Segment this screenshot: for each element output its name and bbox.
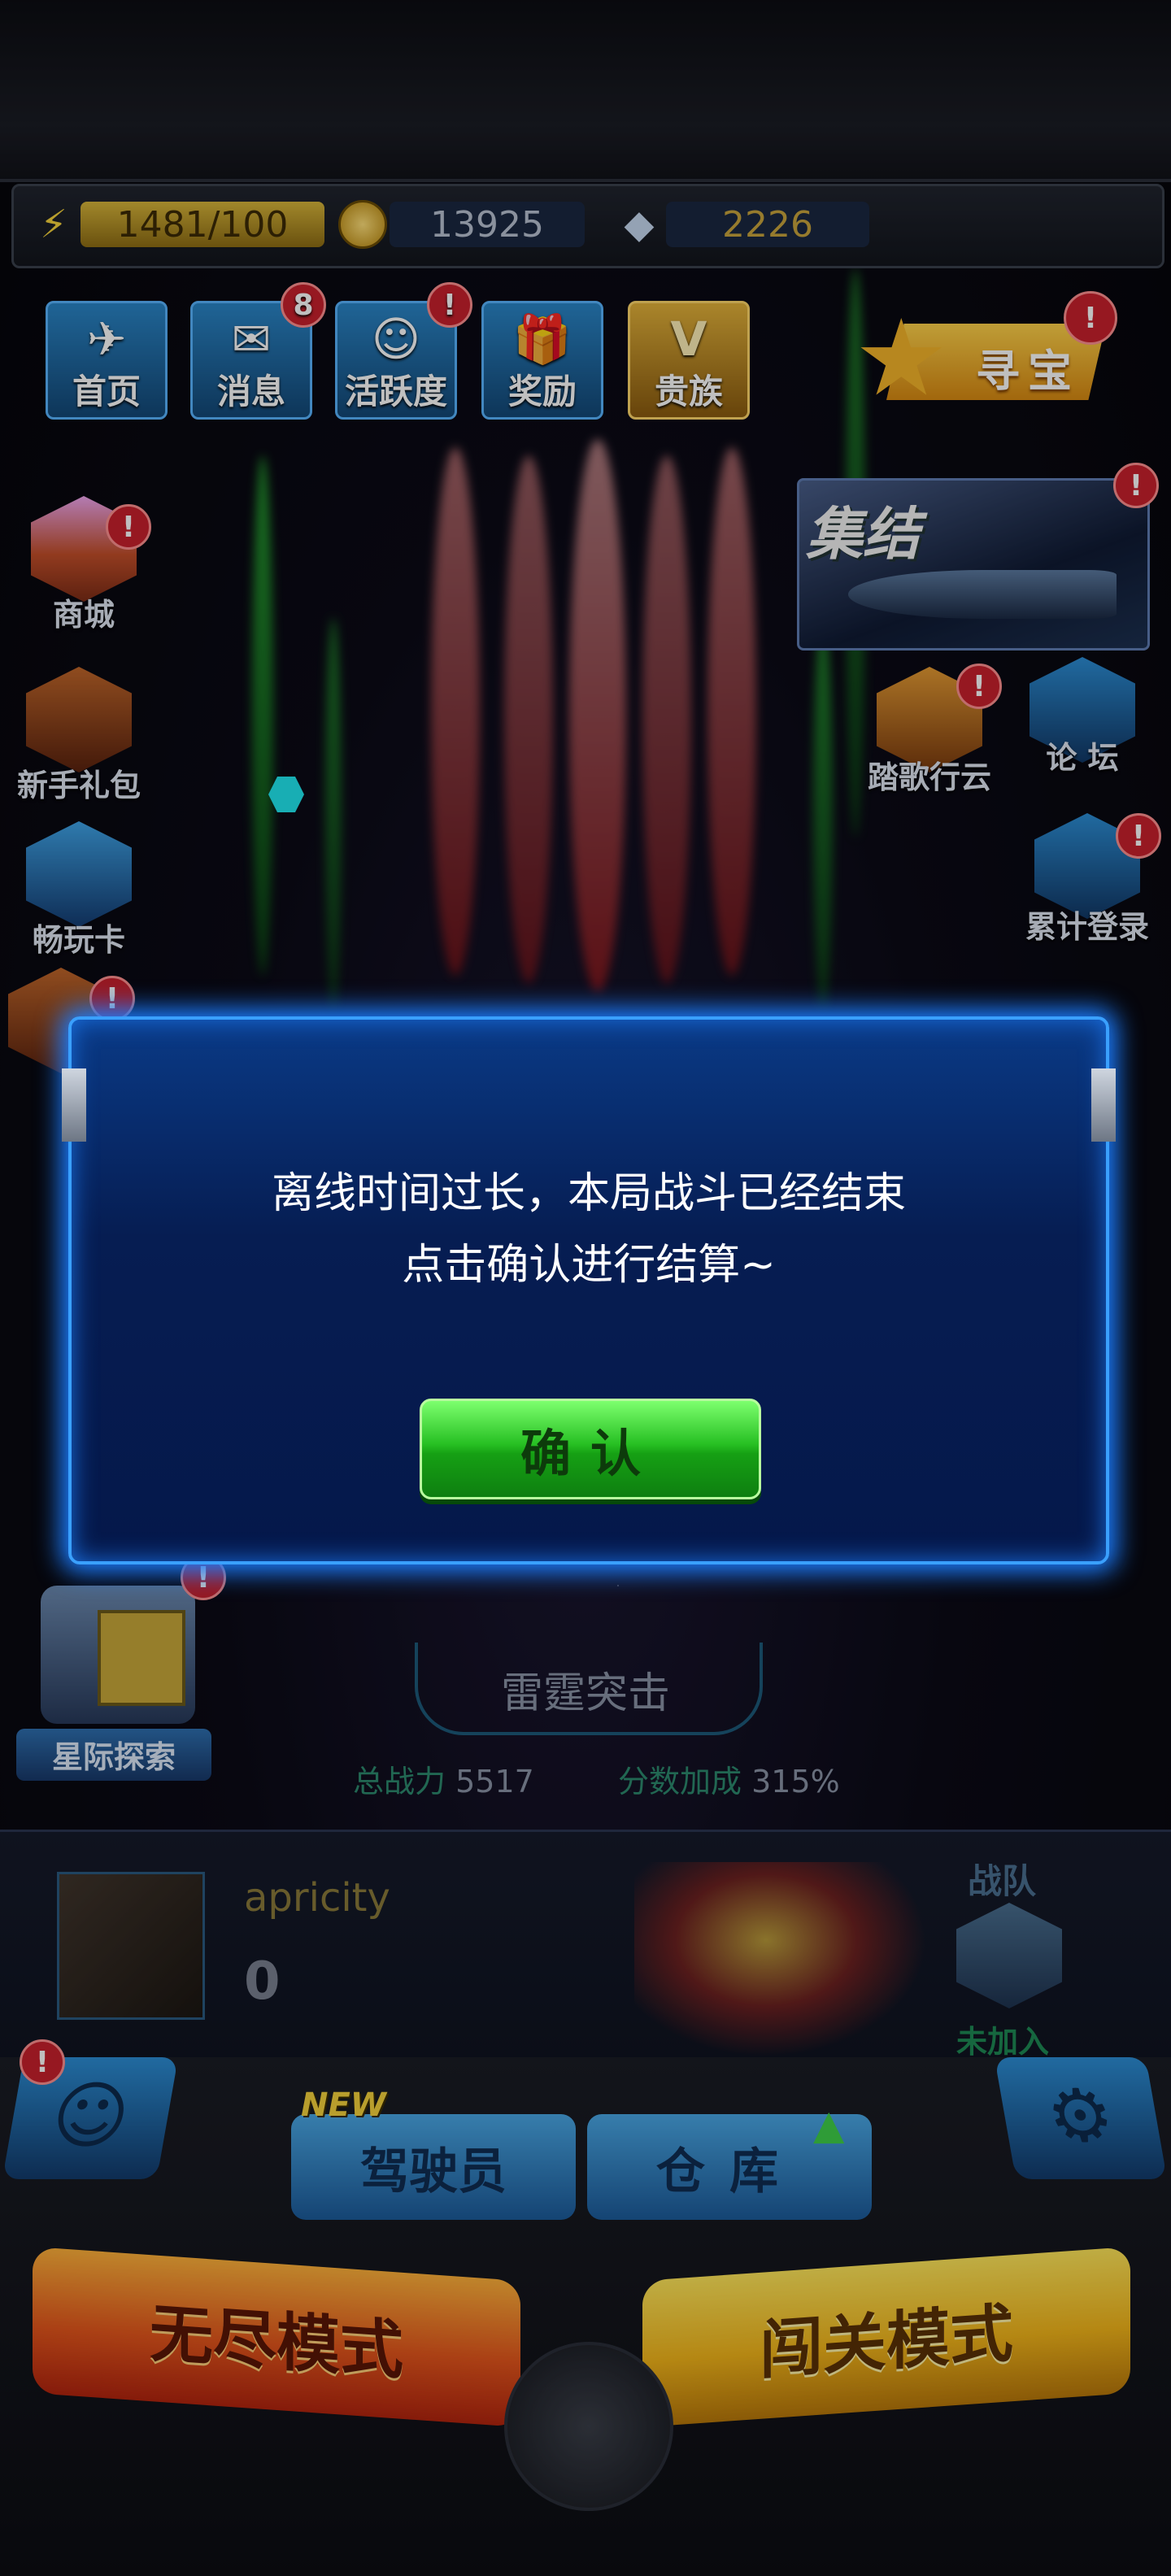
dialog-right-clip <box>1091 1068 1116 1142</box>
dialog-line-2: 点击确认进行结算~ <box>402 1241 776 1290</box>
offline-dialog: 离线时间过长，本局战斗已经结束 点击确认进行结算~ 确认 <box>62 1016 1116 1564</box>
dialog-message: 离线时间过长，本局战斗已经结束 点击确认进行结算~ <box>72 1158 1106 1301</box>
confirm-button[interactable]: 确认 <box>420 1399 761 1499</box>
confirm-label: 确认 <box>520 1424 660 1483</box>
dialog-line-1: 离线时间过长，本局战斗已经结束 <box>271 1169 906 1218</box>
dialog-left-clip <box>62 1068 86 1142</box>
